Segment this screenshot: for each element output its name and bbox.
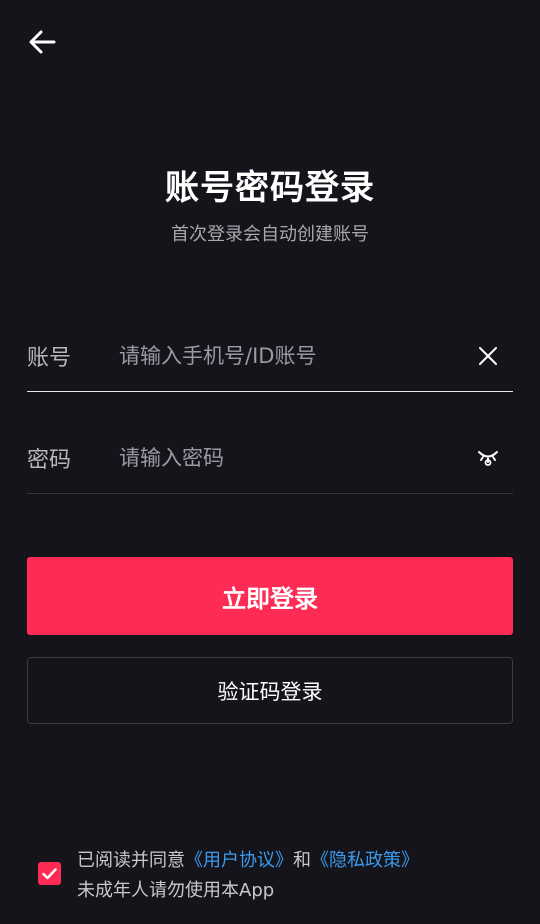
close-icon — [479, 346, 497, 365]
agreement-text: 已阅读并同意《用户协议》和《隐私政策》 未成年人请勿使用本App — [77, 846, 419, 906]
code-login-button[interactable]: 验证码登录 — [27, 657, 513, 724]
account-field: 账号 — [27, 320, 513, 392]
login-page: 账号密码登录 首次登录会自动创建账号 账号 密码 立即登录 验证码登录 — [0, 0, 540, 924]
user-agreement-link[interactable]: 《用户协议》 — [185, 850, 293, 871]
account-input[interactable] — [119, 335, 471, 376]
page-title: 账号密码登录 — [165, 168, 375, 208]
agreement: 已阅读并同意《用户协议》和《隐私政策》 未成年人请勿使用本App — [38, 846, 518, 906]
password-field: 密码 — [27, 422, 513, 494]
agreement-prefix: 已阅读并同意 — [77, 850, 185, 871]
checkmark-icon — [42, 867, 57, 879]
clear-account-button[interactable] — [471, 339, 505, 373]
password-label: 密码 — [27, 447, 72, 473]
toggle-password-visibility-button[interactable] — [471, 441, 505, 475]
password-input[interactable] — [119, 437, 471, 478]
agreement-and: 和 — [293, 850, 311, 871]
agreement-checkbox[interactable] — [38, 862, 61, 885]
privacy-policy-link[interactable]: 《隐私政策》 — [311, 850, 419, 871]
login-button[interactable]: 立即登录 — [27, 557, 513, 635]
arrow-left-icon — [29, 30, 56, 54]
page-subtitle: 首次登录会自动创建账号 — [171, 224, 369, 245]
back-button[interactable] — [22, 24, 62, 60]
account-label: 账号 — [27, 345, 72, 371]
eye-closed-icon — [478, 450, 498, 466]
minor-notice: 未成年人请勿使用本App — [77, 880, 275, 901]
